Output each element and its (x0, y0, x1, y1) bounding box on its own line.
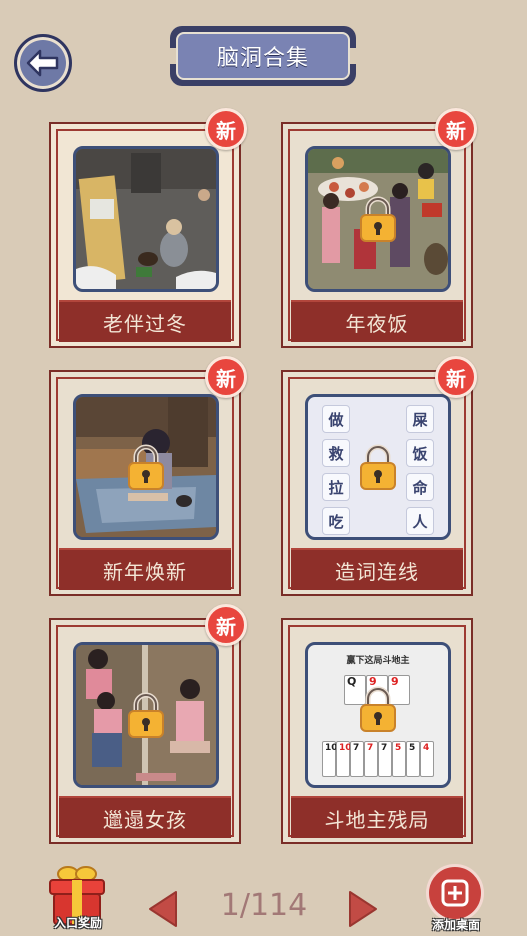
word-grid-illustration: 做 救 拉 吃 屎 饭 命 人 (305, 394, 451, 540)
game-card-6[interactable]: 赢下这局斗地主 Q 9 9 10 10 7 7 7 5 5 4 斗地主残局 (281, 618, 473, 844)
lock-icon (128, 444, 164, 490)
card-title-bar: 造词连线 (291, 548, 463, 590)
game-card-5[interactable]: 邋遢女孩 (49, 618, 241, 844)
reward-entry-label[interactable]: 入口奖励 (40, 914, 116, 931)
card-title: 邋遢女孩 (103, 807, 187, 832)
card-title: 年夜饭 (345, 311, 409, 336)
word-cell: 吃 (322, 507, 350, 535)
card-title-bar: 老伴过冬 (59, 300, 231, 342)
lock-icon (128, 692, 164, 738)
back-button[interactable] (14, 34, 72, 92)
new-badge: 新 (435, 108, 477, 150)
card-title-bar: 邋遢女孩 (59, 796, 231, 838)
arrow-left-icon (26, 49, 59, 77)
game-card-4[interactable]: 做 救 拉 吃 屎 饭 命 人 造词连线 (281, 370, 473, 596)
card-illustration (305, 146, 451, 292)
playing-card: 10 (322, 741, 338, 777)
lock-icon (360, 686, 396, 733)
playing-card: 5 (392, 741, 406, 777)
word-cell: 屎 (406, 405, 434, 433)
playing-card: 7 (378, 741, 392, 777)
card-title: 老伴过冬 (103, 311, 187, 336)
new-badge: 新 (205, 356, 247, 398)
game-card-1[interactable]: 老伴过冬 (49, 122, 241, 348)
word-cell: 拉 (322, 473, 350, 501)
add-to-desktop-label[interactable]: 添加桌面 (418, 916, 494, 933)
new-badge: 新 (205, 108, 247, 150)
card-title-bar: 新年焕新 (59, 548, 231, 590)
new-badge: 新 (205, 604, 247, 646)
card-game-illustration: 赢下这局斗地主 Q 9 9 10 10 7 7 7 5 5 4 (305, 642, 451, 788)
playing-card: 7 (364, 741, 378, 777)
word-cell: 人 (406, 507, 434, 535)
word-cell: 做 (322, 405, 350, 433)
card-illustration (73, 146, 219, 292)
new-badge: 新 (435, 356, 477, 398)
card-title: 新年焕新 (103, 559, 187, 584)
page-title-plaque: 脑洞合集 (168, 26, 358, 86)
add-to-desktop-button[interactable] (426, 864, 484, 922)
game-card-3[interactable]: 新年焕新 (49, 370, 241, 596)
playing-card: 4 (420, 741, 434, 777)
word-cell: 命 (406, 473, 434, 501)
lock-icon (360, 444, 396, 490)
playing-card: 7 (350, 741, 364, 777)
page-title: 脑洞合集 (216, 46, 309, 71)
playing-card: 5 (406, 741, 420, 777)
prev-page-arrow-icon[interactable] (148, 890, 178, 928)
card-title: 造词连线 (335, 559, 419, 584)
playing-card: 10 (336, 741, 352, 777)
card-game-caption: 赢下这局斗地主 (346, 656, 410, 666)
card-title-bar: 斗地主残局 (291, 796, 463, 838)
card-illustration (73, 642, 219, 788)
card-illustration (73, 394, 219, 540)
card-title: 斗地主残局 (324, 807, 430, 832)
game-card-2[interactable]: 年夜饭 (281, 122, 473, 348)
next-page-arrow-icon[interactable] (348, 890, 378, 928)
word-cell: 饭 (406, 439, 434, 467)
page-indicator: 1/114 (220, 888, 308, 923)
word-cell: 救 (322, 439, 350, 467)
lock-icon (360, 196, 396, 242)
plus-square-icon (441, 879, 469, 907)
card-title-bar: 年夜饭 (291, 300, 463, 342)
